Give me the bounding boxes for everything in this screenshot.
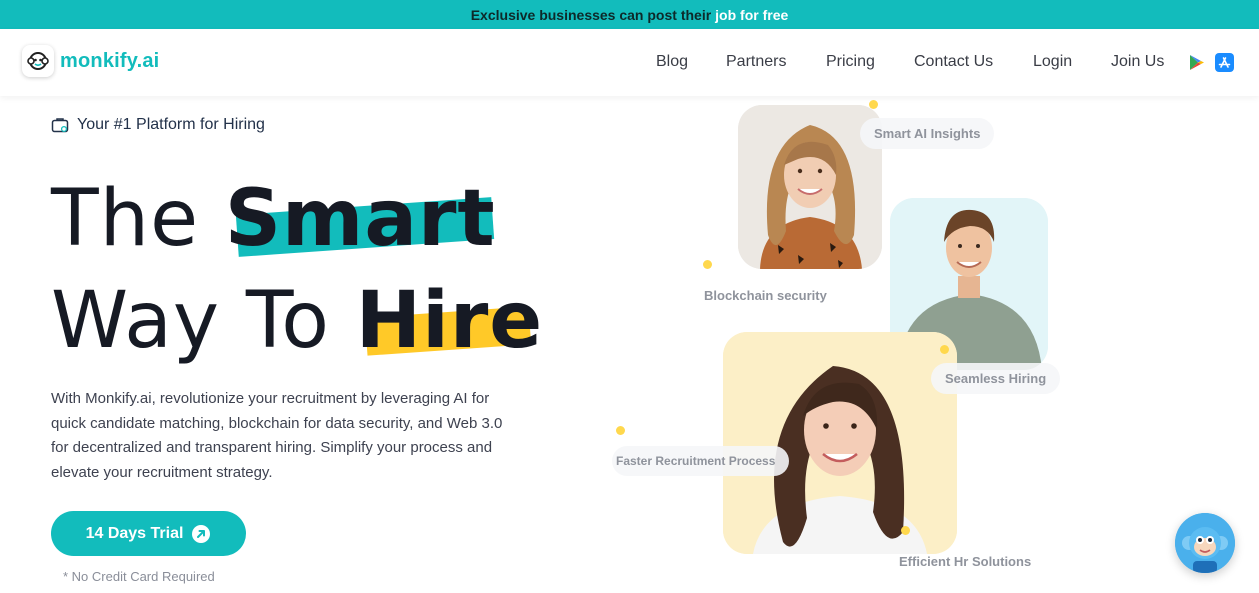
headline-word-hire: Hire [355,276,544,366]
candidate-photo-woman-2 [723,332,957,554]
arrow-up-right-icon [192,524,211,543]
app-store-icon[interactable] [1215,53,1234,72]
decor-dot [940,345,949,354]
google-play-icon[interactable] [1187,53,1206,72]
feature-blockchain-security: Blockchain security [704,288,827,303]
briefcase-icon [51,118,69,133]
monkey-mascot-icon [1175,513,1235,573]
decor-dot [616,426,625,435]
headline-line-1: The Smart [51,168,543,270]
chatbot-launcher-button[interactable] [1175,513,1235,573]
brand-name: monkify.ai [60,49,160,72]
hero-description: With Monkify.ai, revolutionize your recr… [51,390,503,481]
hero-tagline: Your #1 Platform for Hiring [51,116,265,134]
no-credit-card-note: * No Credit Card Required [63,569,215,584]
announcement-bar: Exclusive businesses can post their job … [0,0,1259,29]
feature-seamless-hiring: Seamless Hiring [931,363,1061,394]
decor-dot [703,260,712,269]
nav-contact-us[interactable]: Contact Us [914,53,993,71]
feature-efficient-hr: Efficient Hr Solutions [899,554,1032,569]
nav-login[interactable]: Login [1033,53,1072,71]
tagline-text: Your #1 Platform for Hiring [77,116,265,133]
nav-join-us[interactable]: Join Us [1111,53,1164,71]
headline-line-2: Way To Hire [51,270,543,372]
decor-dot [869,100,878,109]
monkey-logo-icon [22,45,54,77]
trial-button-label: 14 Days Trial [85,524,184,542]
site-header: monkify.ai Blog Partners Pricing Contact… [0,29,1259,96]
nav-partners[interactable]: Partners [726,53,786,71]
headline-word-smart: Smart [224,174,496,264]
headline-word-the: The [51,174,200,264]
feature-smart-ai-insights: Smart AI Insights [860,118,995,149]
feature-faster-recruitment: Faster Recruitment Process [612,446,790,476]
headline-accent-smart: Smart [225,168,496,270]
headline-accent-hire: Hire [356,270,543,372]
hero-headline: The Smart Way To Hire [51,168,543,372]
nav-blog[interactable]: Blog [656,53,688,71]
headline-word-way-to: Way To [51,276,330,366]
announcement-text: Exclusive businesses can post their [470,6,712,23]
announcement-link[interactable]: job for free [715,7,788,23]
brand-logo[interactable]: monkify.ai [22,45,159,77]
nav-pricing[interactable]: Pricing [826,53,875,71]
decor-dot [901,526,910,535]
trial-button[interactable]: 14 Days Trial [51,511,246,556]
